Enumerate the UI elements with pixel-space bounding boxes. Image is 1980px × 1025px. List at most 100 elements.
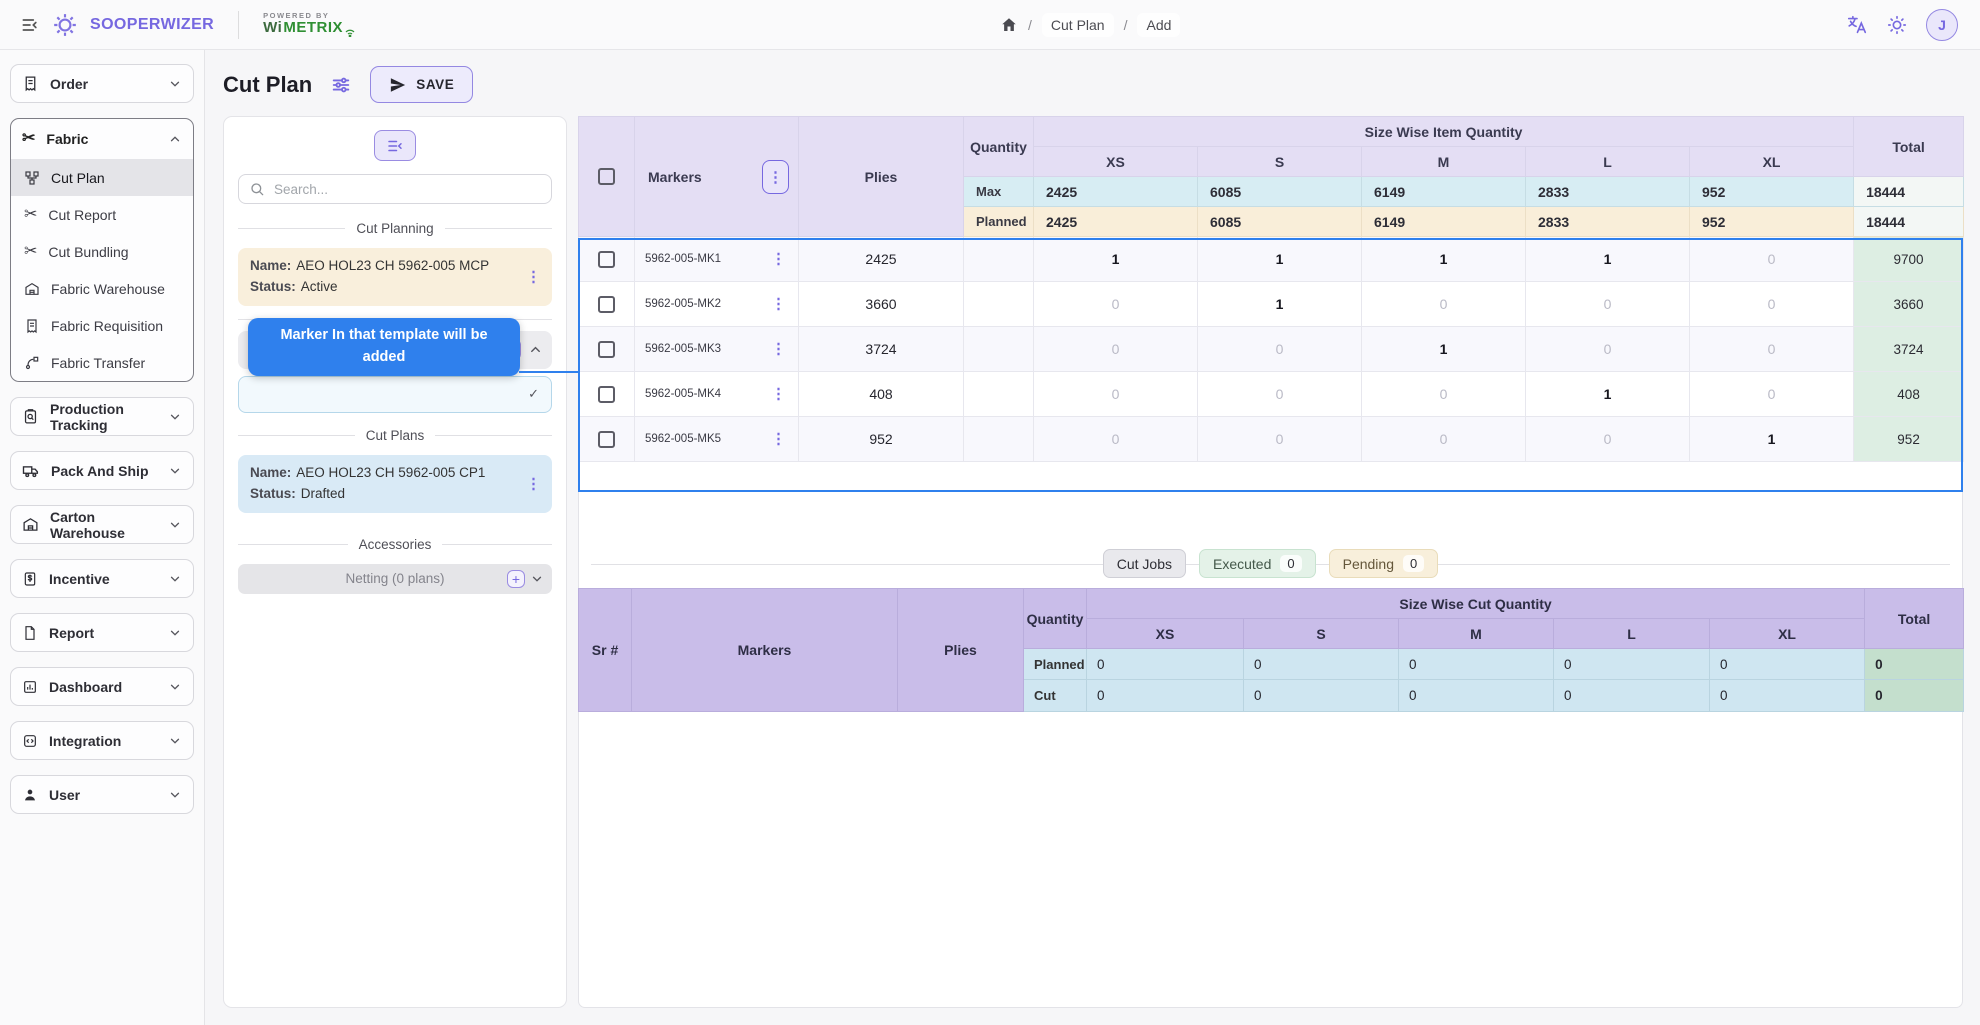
select-all-cell [579,117,635,237]
sidebar-item-pack-and-ship[interactable]: Pack And Ship [10,451,194,490]
qty-xl[interactable]: 0 [1690,372,1854,417]
sidebar-item-label: Carton Warehouse [50,509,157,541]
qty-m[interactable]: 1 [1362,327,1526,372]
chevron-down-icon [168,626,182,640]
sidebar-item-cut-bundling[interactable]: ✂ Cut Bundling [11,233,193,270]
sidebar-item-incentive[interactable]: Incentive [10,559,194,598]
qty-xl[interactable]: 1 [1690,417,1854,462]
plies-value[interactable]: 952 [799,417,964,462]
sidebar-item-order[interactable]: Order [10,64,194,103]
more-icon[interactable]: ⋮ [526,476,541,491]
qty-l[interactable]: 0 [1526,327,1690,372]
marker-name: 5962-005-MK2 [645,298,721,310]
chevron-down-icon [168,77,182,91]
qty-l[interactable]: 0 [1526,282,1690,327]
search-input[interactable] [274,182,541,197]
select-all-checkbox[interactable] [598,168,615,185]
qty-s[interactable]: 0 [1198,372,1362,417]
qty-s[interactable]: 0 [1198,417,1362,462]
sidebar-item-fabric-requisition[interactable]: Fabric Requisition [11,307,193,344]
sidebar-item-user[interactable]: User [10,775,194,814]
more-icon[interactable]: ⋮ [771,342,786,357]
qty-xl[interactable]: 0 [1690,327,1854,372]
qty-xs[interactable]: 0 [1034,417,1198,462]
sidebar-item-report[interactable]: Report [10,613,194,652]
qty-xs[interactable]: 0 [1034,372,1198,417]
sidebar-item-production-tracking[interactable]: Production Tracking [10,397,194,436]
panel-collapse-button[interactable] [374,130,416,161]
more-icon[interactable]: ⋮ [526,269,541,284]
sidebar-item-fabric-warehouse[interactable]: Fabric Warehouse [11,270,193,307]
executed-chip[interactable]: Executed0 [1199,549,1316,578]
more-icon[interactable]: ⋮ [771,252,786,267]
filter-tune-icon[interactable] [330,74,352,96]
markers-table: Markers ⋮ Plies Quantity Size Wise Item … [578,116,1964,462]
qty-s[interactable]: 1 [1198,237,1362,282]
qty-l[interactable]: 1 [1526,372,1690,417]
qty-m[interactable]: 1 [1362,237,1526,282]
sidebar-item-cut-plan[interactable]: Cut Plan [11,159,193,196]
cut-plan-card[interactable]: Name:AEO HOL23 CH 5962-005 CP1 Status:Dr… [238,455,552,513]
row-checkbox[interactable] [598,251,615,268]
marker-row: 5962-005-MK1⋮ 2425 1 1 1 1 0 9700 [579,237,1964,282]
more-icon[interactable]: ⋮ [771,387,786,402]
qty-l[interactable]: 1 [1526,237,1690,282]
netting-section[interactable]: Netting (0 plans) + [238,564,552,594]
sidebar-item-fabric-transfer[interactable]: Fabric Transfer [11,344,193,381]
qty-s[interactable]: 0 [1198,327,1362,372]
translate-icon[interactable] [1846,14,1868,36]
breadcrumb-cut-plan[interactable]: Cut Plan [1042,13,1114,37]
chevron-down-icon[interactable] [530,572,544,586]
qty-m[interactable]: 0 [1362,372,1526,417]
breadcrumb-add[interactable]: Add [1137,13,1180,37]
max-xs: 2425 [1034,177,1198,207]
sidebar-item-cut-report[interactable]: ✂ Cut Report [11,196,193,233]
netting-label: Netting (0 plans) [345,571,444,586]
plies-value[interactable]: 3724 [799,327,964,372]
tooltip-text: added [363,347,406,369]
save-button[interactable]: SAVE [370,66,473,103]
warehouse-icon [24,281,40,297]
breadcrumb-separator: / [1028,17,1032,33]
qty-xl[interactable]: 0 [1690,237,1854,282]
more-icon[interactable]: ⋮ [771,432,786,447]
qty-m[interactable]: 0 [1362,417,1526,462]
qty-xl[interactable]: 0 [1690,282,1854,327]
row-checkbox[interactable] [598,386,615,403]
avatar[interactable]: J [1926,9,1958,41]
theme-light-icon[interactable] [1886,14,1908,36]
qty-l[interactable]: 0 [1526,417,1690,462]
row-checkbox[interactable] [598,431,615,448]
plies-value[interactable]: 3660 [799,282,964,327]
more-icon[interactable]: ⋮ [771,297,786,312]
scissors-icon: ✂ [22,131,35,147]
qty-xs[interactable]: 0 [1034,282,1198,327]
marker-row: 5962-005-MK2⋮ 3660 0 1 0 0 0 3660 [579,282,1964,327]
plies-value[interactable]: 408 [799,372,964,417]
sidebar-item-fabric[interactable]: ✂ Fabric [11,119,193,159]
qty-xs[interactable]: 0 [1034,327,1198,372]
row-checkbox[interactable] [598,296,615,313]
qty-s[interactable]: 1 [1198,282,1362,327]
qty-m[interactable]: 0 [1362,282,1526,327]
markers-menu-button[interactable]: ⋮ [762,160,789,194]
chevron-up-icon[interactable] [528,342,543,357]
menu-collapse-icon [20,15,40,35]
cut-jobs-chip[interactable]: Cut Jobs [1103,549,1186,578]
sidebar-item-dashboard[interactable]: Dashboard [10,667,194,706]
template-dropdown[interactable]: ✓ [238,376,552,413]
cut-planning-card[interactable]: Name:AEO HOL23 CH 5962-005 MCP Status:Ac… [238,248,552,306]
qty-xs[interactable]: 1 [1034,237,1198,282]
row-checkbox[interactable] [598,341,615,358]
user-icon [22,787,38,803]
sidebar-collapse-button[interactable] [20,15,40,35]
sidebar-item-carton-warehouse[interactable]: Carton Warehouse [10,505,194,544]
sidebar-item-integration[interactable]: Integration [10,721,194,760]
dashboard-icon [22,679,38,695]
plus-icon[interactable]: + [507,570,525,588]
pending-chip[interactable]: Pending0 [1329,549,1439,578]
plies-value[interactable]: 2425 [799,237,964,282]
home-icon[interactable] [1000,16,1018,34]
size-header-l: L [1526,147,1690,177]
save-button-label: SAVE [416,77,454,92]
